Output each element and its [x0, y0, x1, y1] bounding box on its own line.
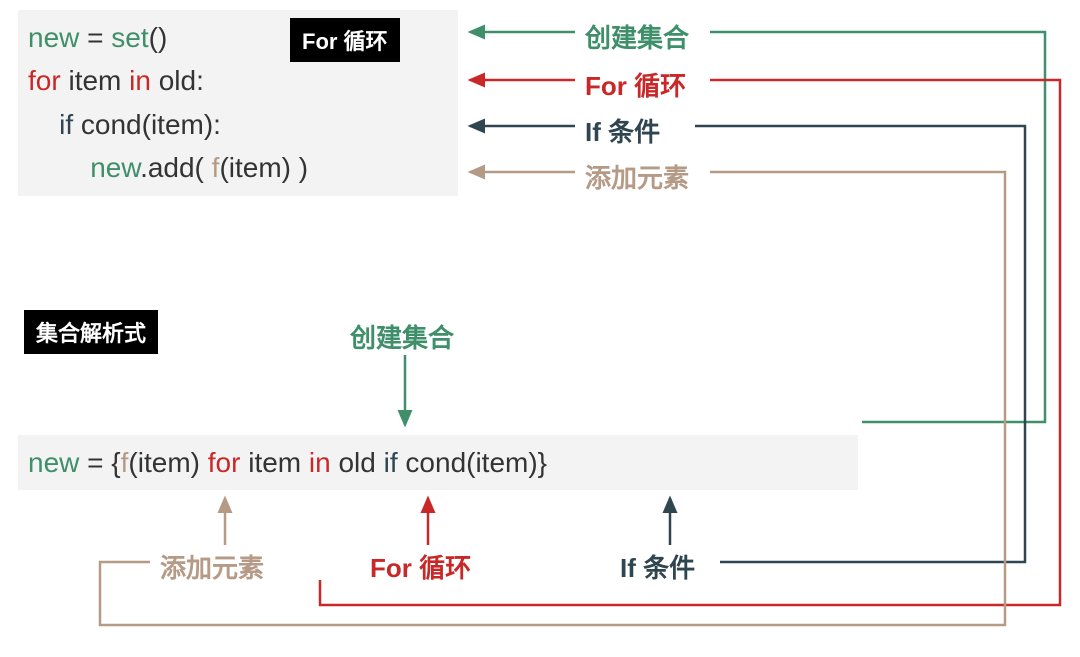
tok: cond(item)} — [398, 447, 547, 478]
anno-add-elem: 添加元素 — [585, 158, 689, 195]
anno-for-loop-2: For 循环 — [370, 548, 471, 585]
code-line-3: if cond(item): — [28, 103, 448, 146]
link-if-cond — [695, 126, 1025, 562]
tok: item — [240, 447, 308, 478]
tok-if-keyword: if — [28, 109, 73, 140]
tok-new-var-2: new — [28, 447, 79, 478]
tok: item — [61, 65, 129, 96]
tok-new-var: new — [28, 152, 140, 183]
tok-for-keyword: for — [28, 65, 61, 96]
tok-if-kw-2: if — [384, 447, 398, 478]
tok-for-kw-2: for — [208, 447, 241, 478]
anno-add-elem-2: 添加元素 — [160, 548, 264, 585]
anno-create-set: 创建集合 — [585, 18, 689, 55]
code-line-2: for item in old: — [28, 59, 448, 102]
tok-new-keyword: new — [28, 22, 79, 53]
tok: old — [331, 447, 384, 478]
tok: = { — [79, 447, 120, 478]
tok: cond(item): — [73, 109, 221, 140]
code-line-4: new.add( f(item) ) — [28, 146, 448, 189]
tok: (item) — [128, 447, 207, 478]
tok: (item) ) — [219, 152, 308, 183]
anno-create-set-2: 创建集合 — [350, 318, 454, 355]
tok: .add( — [140, 152, 212, 183]
anno-if-cond: If 条件 — [585, 112, 660, 149]
tok-set-call: set — [111, 22, 148, 53]
code-block-set-comp: new = {f(item) for item in old if cond(i… — [18, 435, 858, 490]
link-create-set — [710, 32, 1045, 422]
tok-in-keyword: in — [129, 65, 151, 96]
label-for-loop: For 循环 — [290, 18, 400, 62]
tok: = — [79, 22, 111, 53]
tok-in-kw-2: in — [309, 447, 331, 478]
anno-if-cond-2: If 条件 — [620, 548, 695, 585]
tok: old: — [151, 65, 204, 96]
tok: () — [149, 22, 168, 53]
label-set-comprehension: 集合解析式 — [24, 310, 158, 354]
anno-for-loop: For 循环 — [585, 66, 686, 103]
